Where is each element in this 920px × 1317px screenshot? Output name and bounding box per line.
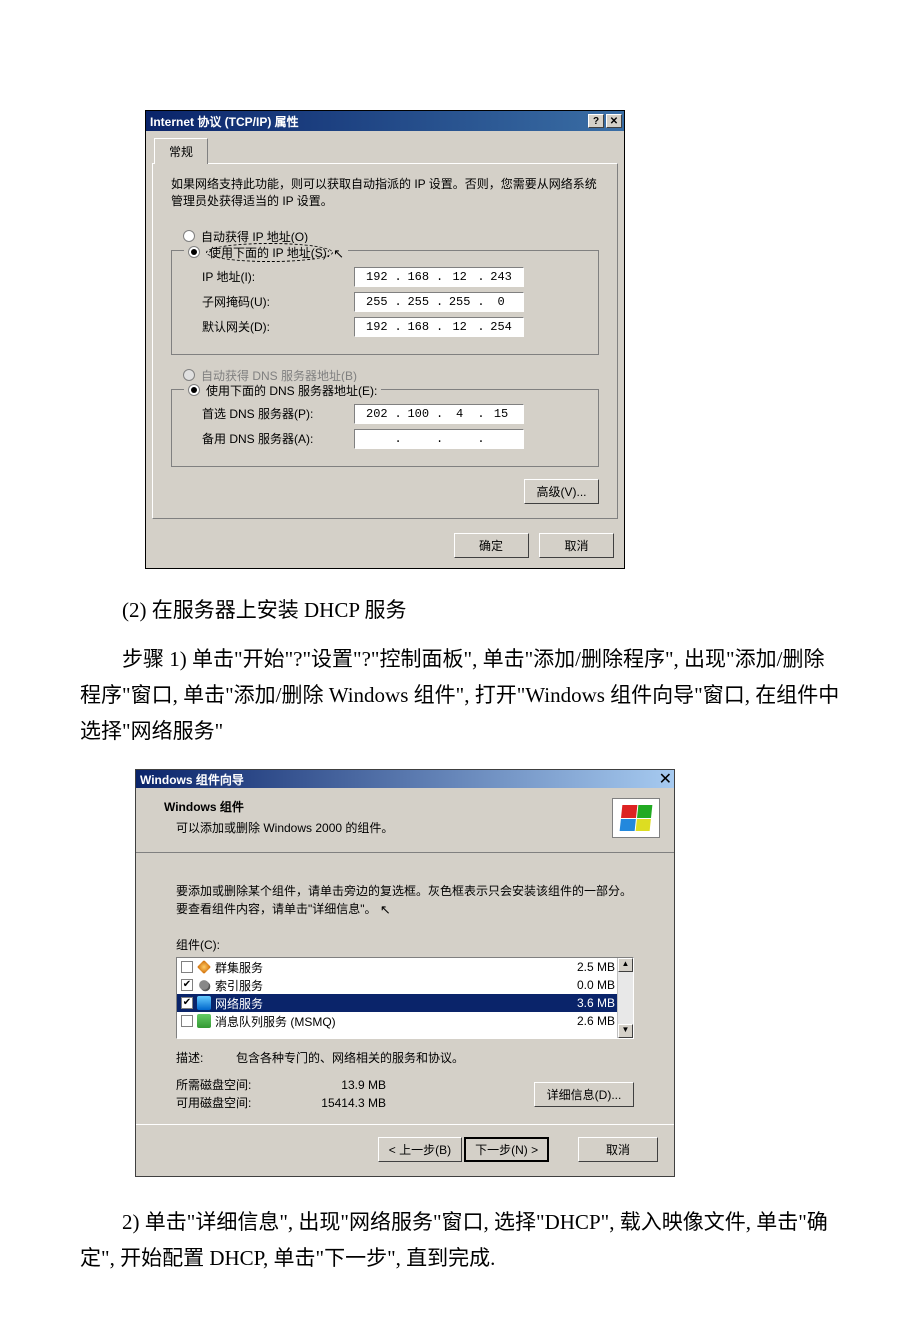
details-button[interactable]: 详细信息(D)... — [534, 1082, 634, 1107]
list-item[interactable]: 消息队列服务 (MSMQ) 2.6 MB — [177, 1012, 633, 1030]
disk-avail-label: 可用磁盘空间: — [176, 1094, 286, 1112]
desc-label: 描述: — [176, 1049, 236, 1066]
subnet-mask-input[interactable]: 255. 255. 255. 0 — [354, 292, 524, 312]
next-button[interactable]: 下一步(N) > — [464, 1137, 549, 1162]
alternate-dns-input[interactable]: . . . — [354, 429, 524, 449]
titlebar: Internet 协议 (TCP/IP) 属性 ? ✕ — [146, 111, 624, 131]
cursor-icon: ↖ — [380, 901, 391, 919]
radio-label: 使用下面的 DNS 服务器地址(E): — [206, 382, 377, 399]
wizard-body: 要添加或删除某个组件，请单击旁边的复选框。灰色框表示只会安装该组件的一部分。要查… — [136, 853, 674, 1124]
checkbox-icon[interactable] — [181, 1015, 193, 1027]
ip-address-input[interactable]: 192. 168. 12. 243 — [354, 267, 524, 287]
disk-req-value: 13.9 MB — [286, 1076, 386, 1094]
subnet-mask-row: 子网掩码(U): 255. 255. 255. 0 — [184, 292, 586, 312]
preferred-dns-row: 首选 DNS 服务器(P): 202. 100. 4. 15 — [184, 404, 586, 424]
window-title: Windows 组件向导 — [140, 771, 659, 788]
paragraph-2: (2) 在服务器上安装 DHCP 服务 — [80, 593, 840, 629]
tab-strip: 常规 — [154, 137, 624, 163]
index-icon — [199, 980, 209, 990]
scroll-down-icon[interactable]: ▼ — [618, 1024, 633, 1038]
ip-label: IP 地址(I): — [184, 268, 354, 285]
radio-icon — [188, 246, 200, 258]
scroll-track[interactable] — [618, 972, 633, 1024]
description-text: 如果网络支持此功能，则可以获取自动指派的 IP 设置。否则，您需要从网络系统管理… — [171, 176, 599, 210]
radio-icon — [183, 230, 195, 242]
dns1-label: 首选 DNS 服务器(P): — [184, 405, 354, 422]
advanced-row: 高级(V)... — [171, 479, 599, 504]
cluster-icon — [197, 960, 211, 974]
list-item[interactable]: 群集服务 2.5 MB — [177, 958, 633, 976]
window-title: Internet 协议 (TCP/IP) 属性 — [150, 113, 586, 130]
ip-address-row: IP 地址(I): 192. 168. 12. 243 — [184, 267, 586, 287]
dns2-label: 备用 DNS 服务器(A): — [184, 430, 354, 447]
radio-manual-dns[interactable]: 使用下面的 DNS 服务器地址(E): — [184, 382, 381, 399]
cancel-button[interactable]: 取消 — [539, 533, 614, 558]
instruction-text: 要添加或删除某个组件，请单击旁边的复选框。灰色框表示只会安装该组件的一部分。要查… — [176, 883, 634, 918]
gw-label: 默认网关(D): — [184, 318, 354, 335]
preferred-dns-input[interactable]: 202. 100. 4. 15 — [354, 404, 524, 424]
network-icon — [197, 996, 211, 1010]
tab-general[interactable]: 常规 — [154, 138, 208, 164]
dialog-footer: 确定 取消 — [146, 525, 624, 568]
list-item-selected[interactable]: ✔ 网络服务 3.6 MB — [177, 994, 633, 1012]
back-button[interactable]: < 上一步(B) — [378, 1137, 462, 1162]
tcpip-properties-dialog: Internet 协议 (TCP/IP) 属性 ? ✕ 常规 如果网络支持此功能… — [145, 110, 625, 569]
close-button[interactable]: ✕ — [659, 769, 672, 789]
gateway-row: 默认网关(D): 192. 168. 12. 254 — [184, 317, 586, 337]
cancel-button[interactable]: 取消 — [578, 1137, 658, 1162]
tab-panel: 如果网络支持此功能，则可以获取自动指派的 IP 设置。否则，您需要从网络系统管理… — [152, 163, 618, 519]
scrollbar[interactable]: ▲ ▼ — [617, 958, 633, 1038]
msmq-icon — [197, 1014, 211, 1028]
ok-button[interactable]: 确定 — [454, 533, 529, 558]
help-button[interactable]: ? — [588, 114, 604, 128]
description-row: 描述: 包含各种专门的、网络相关的服务和协议。 — [176, 1049, 634, 1066]
wizard-footer: < 上一步(B)下一步(N) > 取消 — [136, 1124, 674, 1176]
components-label: 组件(C): — [176, 936, 634, 953]
checkbox-icon[interactable]: ✔ — [181, 979, 193, 991]
advanced-button[interactable]: 高级(V)... — [524, 479, 599, 504]
wizard-header: Windows 组件 可以添加或删除 Windows 2000 的组件。 — [136, 788, 674, 853]
titlebar: Windows 组件向导 ✕ — [136, 770, 674, 788]
paragraph-step1: 步骤 1) 单击"开始"?"设置"?"控制面板", 单击"添加/删除程序", 出… — [80, 642, 840, 749]
list-item[interactable]: ✔ 索引服务 0.0 MB — [177, 976, 633, 994]
alternate-dns-row: 备用 DNS 服务器(A): . . . — [184, 429, 586, 449]
windows-components-wizard-dialog: Windows 组件向导 ✕ Windows 组件 可以添加或删除 Window… — [135, 769, 675, 1177]
disk-avail-value: 15414.3 MB — [286, 1094, 386, 1112]
checkbox-icon[interactable] — [181, 961, 193, 973]
mask-label: 子网掩码(U): — [184, 293, 354, 310]
scroll-up-icon[interactable]: ▲ — [618, 958, 633, 972]
dns-group: 使用下面的 DNS 服务器地址(E): 首选 DNS 服务器(P): 202. … — [171, 389, 599, 467]
radio-icon — [183, 369, 195, 381]
disk-space-row: 所需磁盘空间: 可用磁盘空间: 13.9 MB 15414.3 MB 详细信息(… — [176, 1076, 634, 1112]
gateway-input[interactable]: 192. 168. 12. 254 — [354, 317, 524, 337]
radio-label: 使用下面的 IP 地址(S): — [206, 243, 333, 262]
header-subtitle: 可以添加或删除 Windows 2000 的组件。 — [164, 819, 612, 836]
cursor-icon: ↖ — [333, 246, 344, 262]
close-button[interactable]: ✕ — [606, 114, 622, 128]
windows-logo-icon — [612, 798, 660, 838]
components-listbox[interactable]: 群集服务 2.5 MB ✔ 索引服务 0.0 MB ✔ 网络服务 3.6 MB — [176, 957, 634, 1039]
header-title: Windows 组件 — [164, 798, 612, 815]
radio-manual-ip[interactable]: 使用下面的 IP 地址(S): ↖ — [184, 243, 348, 262]
ip-group: 使用下面的 IP 地址(S): ↖ IP 地址(I): 192. 168. 12… — [171, 250, 599, 355]
desc-text: 包含各种专门的、网络相关的服务和协议。 — [236, 1049, 464, 1066]
disk-req-label: 所需磁盘空间: — [176, 1076, 286, 1094]
checkbox-icon[interactable]: ✔ — [181, 997, 193, 1009]
radio-icon — [188, 384, 200, 396]
paragraph-step2: 2) 单击"详细信息", 出现"网络服务"窗口, 选择"DHCP", 载入映像文… — [80, 1205, 840, 1276]
